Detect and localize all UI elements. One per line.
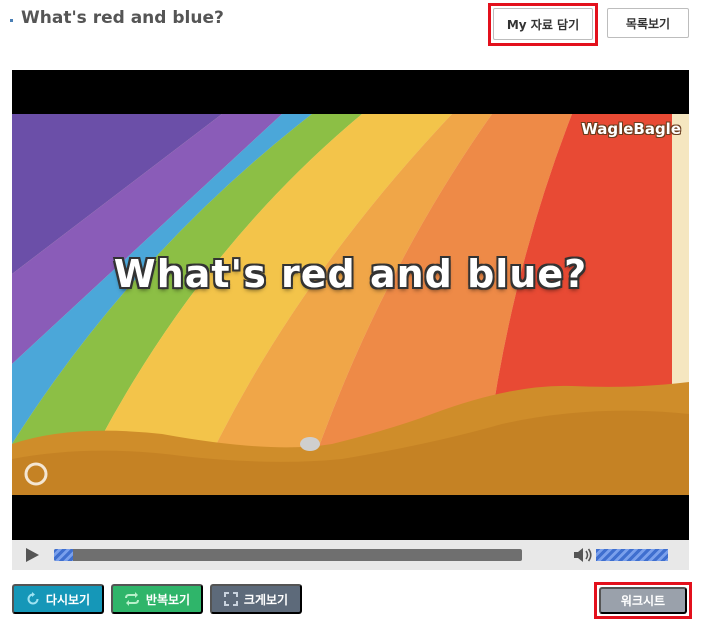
worksheet-label: 워크시트 xyxy=(620,594,666,608)
replay-button[interactable]: 다시보기 xyxy=(12,584,104,614)
seek-progress xyxy=(54,549,73,561)
volume-level xyxy=(596,549,668,561)
enlarge-button[interactable]: 크게보기 xyxy=(210,584,302,614)
title-row: What's red and blue? xyxy=(10,8,224,28)
video-controls xyxy=(12,540,689,570)
list-view-button[interactable]: 목록보기 xyxy=(607,8,689,38)
video-player[interactable]: WagleBagle What's red and blue? xyxy=(12,70,689,540)
enlarge-label: 크게보기 xyxy=(243,592,289,607)
volume-bar[interactable] xyxy=(596,549,668,561)
repeat-icon xyxy=(124,592,139,606)
page-title: What's red and blue? xyxy=(21,8,224,28)
seek-bar[interactable] xyxy=(54,549,522,561)
play-icon[interactable] xyxy=(26,548,39,562)
worksheet-button[interactable]: 워크시트 xyxy=(599,587,687,614)
title-bullet xyxy=(10,18,13,22)
repeat-label: 반복보기 xyxy=(145,592,191,607)
volume-icon[interactable] xyxy=(572,546,594,564)
video-caption: What's red and blue? xyxy=(113,252,588,296)
repeat-button[interactable]: 반복보기 xyxy=(111,584,203,614)
rainbow-scene xyxy=(12,114,689,495)
replay-icon xyxy=(27,592,39,605)
video-frame[interactable]: WagleBagle What's red and blue? xyxy=(12,114,689,495)
replay-label: 다시보기 xyxy=(45,592,91,607)
waglebagle-logo: WagleBagle xyxy=(581,120,681,138)
video-page: What's red and blue? My 자료 담기 목록보기 Wagle… xyxy=(0,0,714,630)
fullscreen-icon xyxy=(223,592,238,606)
my-save-button[interactable]: My 자료 담기 xyxy=(493,8,593,40)
